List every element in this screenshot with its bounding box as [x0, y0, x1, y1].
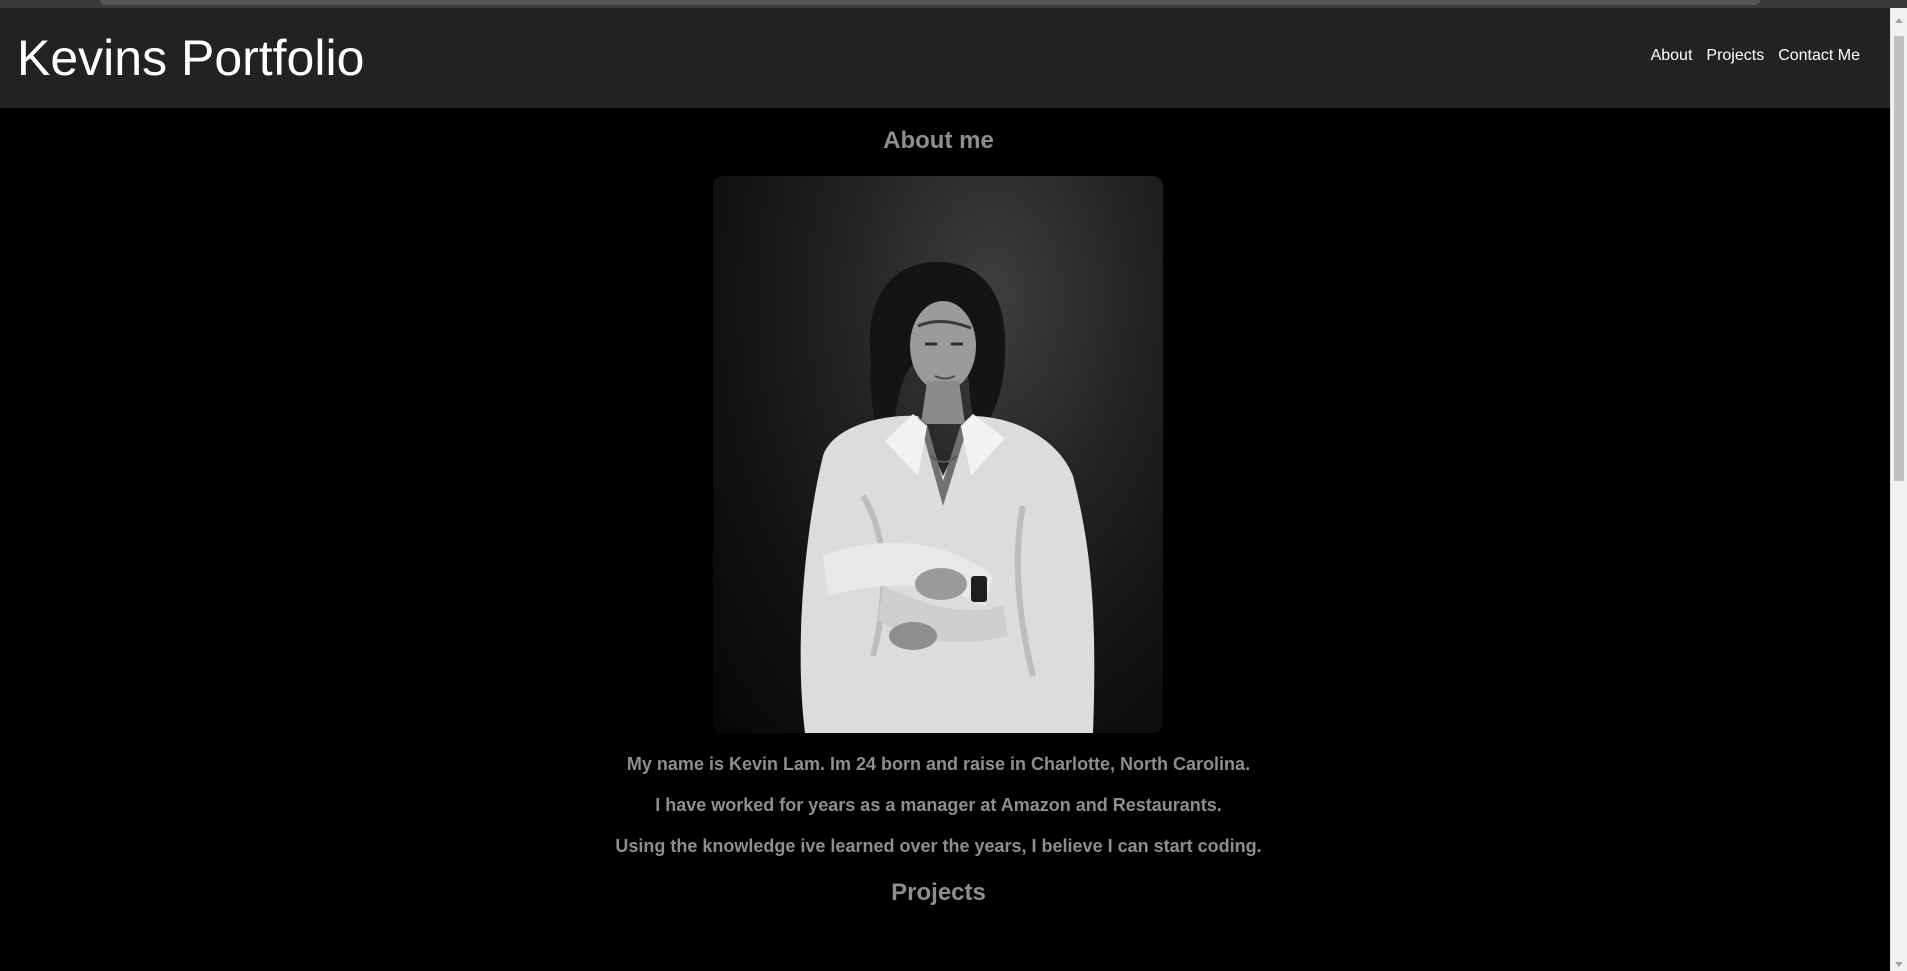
nav-link-projects[interactable]: Projects: [1706, 47, 1764, 65]
profile-photo: [713, 176, 1163, 733]
bio-line-intro: My name is Kevin Lam. Im 24 born and rai…: [626, 754, 1251, 774]
browser-tab-edge: [100, 0, 1760, 5]
scroll-thumb[interactable]: [1894, 36, 1904, 481]
main-nav: About Projects Contact Me: [1651, 47, 1860, 65]
main-content: About me My name is Kevin Lam. Im 24 bor…: [0, 108, 1890, 971]
about-heading: About me: [883, 127, 994, 154]
bio-line-work: I have worked for years as a manager at …: [655, 795, 1222, 815]
scroll-up-arrow-icon[interactable]: [1895, 18, 1903, 23]
site-title: Kevins Portfolio: [17, 30, 365, 86]
nav-link-contact[interactable]: Contact Me: [1778, 47, 1860, 65]
browser-top-strip: [0, 0, 1907, 8]
vertical-scrollbar[interactable]: [1890, 8, 1907, 971]
bio-line-coding: Using the knowledge ive learned over the…: [615, 836, 1262, 856]
site-header: Kevins Portfolio About Projects Contact …: [0, 8, 1890, 108]
nav-link-about[interactable]: About: [1651, 47, 1693, 65]
projects-heading: Projects: [891, 879, 986, 906]
scroll-down-arrow-icon[interactable]: [1895, 962, 1903, 967]
